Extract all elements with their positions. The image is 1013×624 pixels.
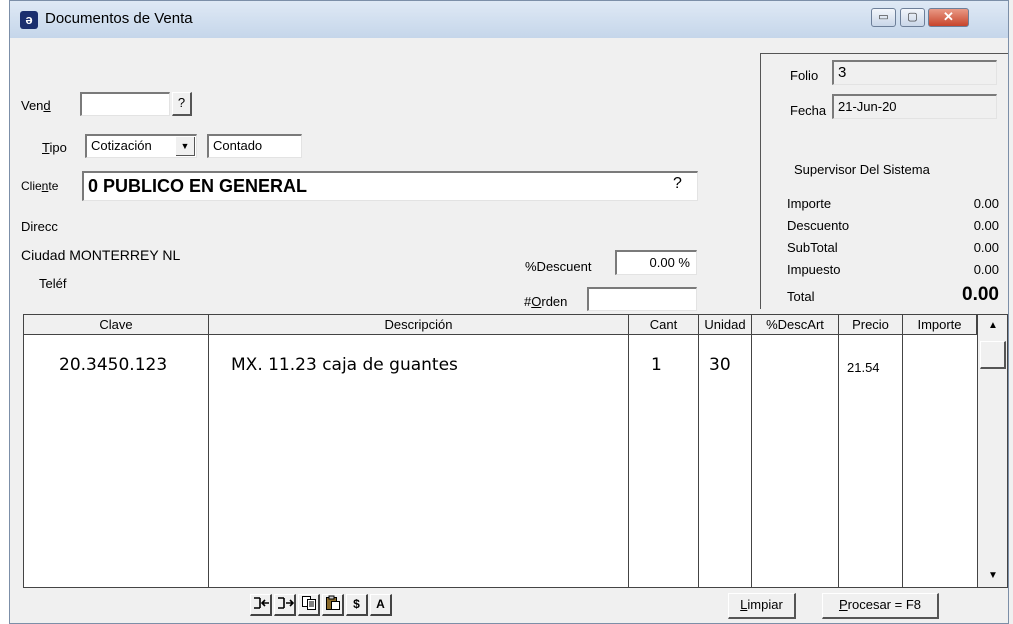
col-divider xyxy=(698,335,699,587)
col-header-clave[interactable]: Clave xyxy=(24,315,209,335)
col-divider xyxy=(838,335,839,587)
user-name: Supervisor Del Sistema xyxy=(794,162,930,177)
col-header-unidad[interactable]: Unidad xyxy=(699,315,752,335)
ciudad-label: Ciudad MONTERREY NL xyxy=(21,247,181,263)
cliente-lookup-button[interactable]: ? xyxy=(673,175,682,193)
total-row: Total 0.00 xyxy=(787,284,999,305)
col-divider xyxy=(751,335,752,587)
cell-clave[interactable]: 20.3450.123 xyxy=(59,355,167,375)
col-header-precio[interactable]: Precio xyxy=(839,315,903,335)
telef-label: Teléf xyxy=(39,276,67,291)
col-header-importe[interactable]: Importe xyxy=(903,315,977,335)
orden-label: #Orden xyxy=(524,294,568,309)
col-divider xyxy=(208,335,209,587)
items-grid[interactable]: Clave Descripción Cant Unidad %DescArt P… xyxy=(23,314,1008,588)
indent-right-icon[interactable] xyxy=(274,594,296,616)
indent-left-icon[interactable] xyxy=(250,594,272,616)
folio-label: Folio xyxy=(790,68,819,83)
descuento-input[interactable]: 0.00 % xyxy=(615,250,697,275)
documentos-venta-window: ə Documentos de Venta ▭ ▢ ✕ Vend ? Tipo … xyxy=(9,0,1009,624)
cell-unidad[interactable]: 30 xyxy=(709,355,731,375)
window-title: Documentos de Venta xyxy=(45,10,193,27)
tipo-select[interactable]: Cotización ▼ xyxy=(85,134,197,158)
cell-precio[interactable]: 21.54 xyxy=(847,360,880,375)
cliente-input[interactable]: 0 PUBLICO EN GENERAL xyxy=(82,171,698,201)
paste-icon[interactable] xyxy=(322,594,344,616)
payment-type-field[interactable]: Contado xyxy=(207,134,302,158)
descuento-row: Descuento 0.00 xyxy=(787,218,999,233)
copy-icon[interactable] xyxy=(298,594,320,616)
col-header-cant[interactable]: Cant xyxy=(629,315,699,335)
dollar-icon[interactable]: $ xyxy=(346,594,368,616)
vend-label: Vend xyxy=(21,98,51,113)
col-divider xyxy=(628,335,629,587)
procesar-button[interactable]: Procesar = F8 xyxy=(822,593,939,619)
subtotal-row: SubTotal 0.00 xyxy=(787,240,999,255)
scroll-thumb[interactable] xyxy=(980,341,1006,369)
close-button[interactable]: ✕ xyxy=(928,8,969,27)
font-a-icon[interactable]: A xyxy=(370,594,392,616)
chevron-down-icon[interactable]: ▼ xyxy=(176,137,195,156)
scroll-up-icon[interactable]: ▲ xyxy=(980,317,1006,335)
folio-field: 3 xyxy=(832,60,997,85)
maximize-button[interactable]: ▢ xyxy=(900,8,925,27)
tipo-select-value: Cotización xyxy=(91,138,152,153)
vertical-scrollbar[interactable]: ▲ ▼ xyxy=(977,315,1007,587)
direcc-label: Direcc xyxy=(21,219,58,234)
descuento-label: %Descuent xyxy=(525,259,592,274)
orden-input[interactable] xyxy=(587,287,697,311)
cell-cant[interactable]: 1 xyxy=(651,355,662,375)
col-header-descripcion[interactable]: Descripción xyxy=(209,315,629,335)
minimize-button[interactable]: ▭ xyxy=(871,8,896,27)
vend-input[interactable] xyxy=(80,92,170,116)
vend-lookup-button[interactable]: ? xyxy=(172,92,192,116)
tipo-label: Tipo xyxy=(42,140,67,155)
impuesto-row: Impuesto 0.00 xyxy=(787,262,999,277)
summary-panel: Folio 3 Fecha 21-Jun-20 Supervisor Del S… xyxy=(760,53,1008,309)
fecha-label: Fecha xyxy=(790,103,827,118)
scroll-down-icon[interactable]: ▼ xyxy=(980,567,1006,585)
fecha-field: 21-Jun-20 xyxy=(832,94,997,119)
cell-descripcion[interactable]: MX. 11.23 caja de guantes xyxy=(231,355,458,375)
importe-row: Importe 0.00 xyxy=(787,196,999,211)
col-header-descart[interactable]: %DescArt xyxy=(752,315,839,335)
cliente-label: Cliente xyxy=(21,179,59,193)
title-bar[interactable]: ə Documentos de Venta ▭ ▢ ✕ xyxy=(10,1,1008,38)
app-icon: ə xyxy=(20,11,38,29)
col-divider xyxy=(902,335,903,587)
limpiar-button[interactable]: Limpiar xyxy=(728,593,796,619)
